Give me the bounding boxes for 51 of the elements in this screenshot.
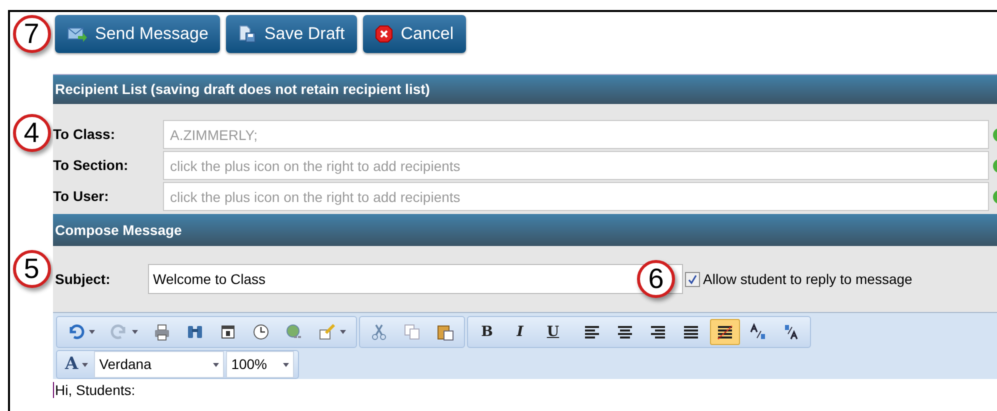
size-select[interactable]: 100% <box>226 351 294 378</box>
redo-icon <box>110 323 128 341</box>
align-center-icon <box>616 323 634 341</box>
undo-icon <box>67 323 85 341</box>
caret-icon <box>340 330 346 334</box>
section-header: Compose Message <box>53 214 997 246</box>
reply-checkbox[interactable] <box>685 272 700 286</box>
close-icon <box>374 25 393 43</box>
caret-icon <box>132 330 138 334</box>
field-label: To User: <box>53 187 110 206</box>
justify-icon <box>682 323 700 341</box>
send-message-button[interactable]: Send Message <box>55 15 220 53</box>
document-disk-icon <box>238 25 256 43</box>
font-color-button[interactable]: A <box>61 352 92 378</box>
paste-icon <box>436 323 454 341</box>
recipient-field[interactable]: click the plus icon on the right to add recipients <box>163 151 989 180</box>
calendar-icon <box>219 323 237 341</box>
font-select[interactable]: Verdana <box>94 351 224 378</box>
field-label: To Section: <box>53 156 130 175</box>
caret-icon <box>82 362 88 366</box>
format-button[interactable]: U <box>538 319 568 345</box>
scissors-icon <box>370 323 388 341</box>
printer-icon <box>153 323 171 341</box>
format-button[interactable]: B <box>472 319 502 345</box>
align-left-icon <box>583 323 601 341</box>
callout-number: 6 <box>637 260 675 298</box>
callout-number: 7 <box>12 15 50 53</box>
caret-icon <box>213 362 220 366</box>
superscript-icon <box>782 323 800 341</box>
field-label: To Class: <box>53 125 116 144</box>
caret-icon <box>89 330 95 334</box>
check-icon <box>687 274 698 284</box>
subject-label: Subject: <box>55 270 112 289</box>
copy-icon <box>403 323 421 341</box>
align-right-icon <box>649 323 667 341</box>
save-draft-button[interactable]: Save Draft <box>226 15 357 53</box>
caret-icon <box>283 362 290 366</box>
callout-number: 5 <box>12 250 50 288</box>
message-body: Hi, Students: <box>53 382 136 398</box>
checkbox-label: Allow student to reply to message <box>703 270 912 289</box>
toolbar-button[interactable] <box>710 319 740 345</box>
recipient-field[interactable]: click the plus icon on the right to add recipients <box>163 182 989 211</box>
envelope-icon <box>67 26 87 42</box>
subscript-icon <box>749 323 767 341</box>
strikethrough-lines-icon <box>716 323 734 341</box>
clock-icon <box>252 323 270 341</box>
callout-number: 4 <box>12 114 50 152</box>
section-header: Recipient List (saving draft does not retain recipient list) <box>53 74 997 104</box>
brush-icon <box>318 323 336 341</box>
format-button[interactable]: I <box>505 319 535 345</box>
cancel-button[interactable]: Cancel <box>362 15 466 53</box>
